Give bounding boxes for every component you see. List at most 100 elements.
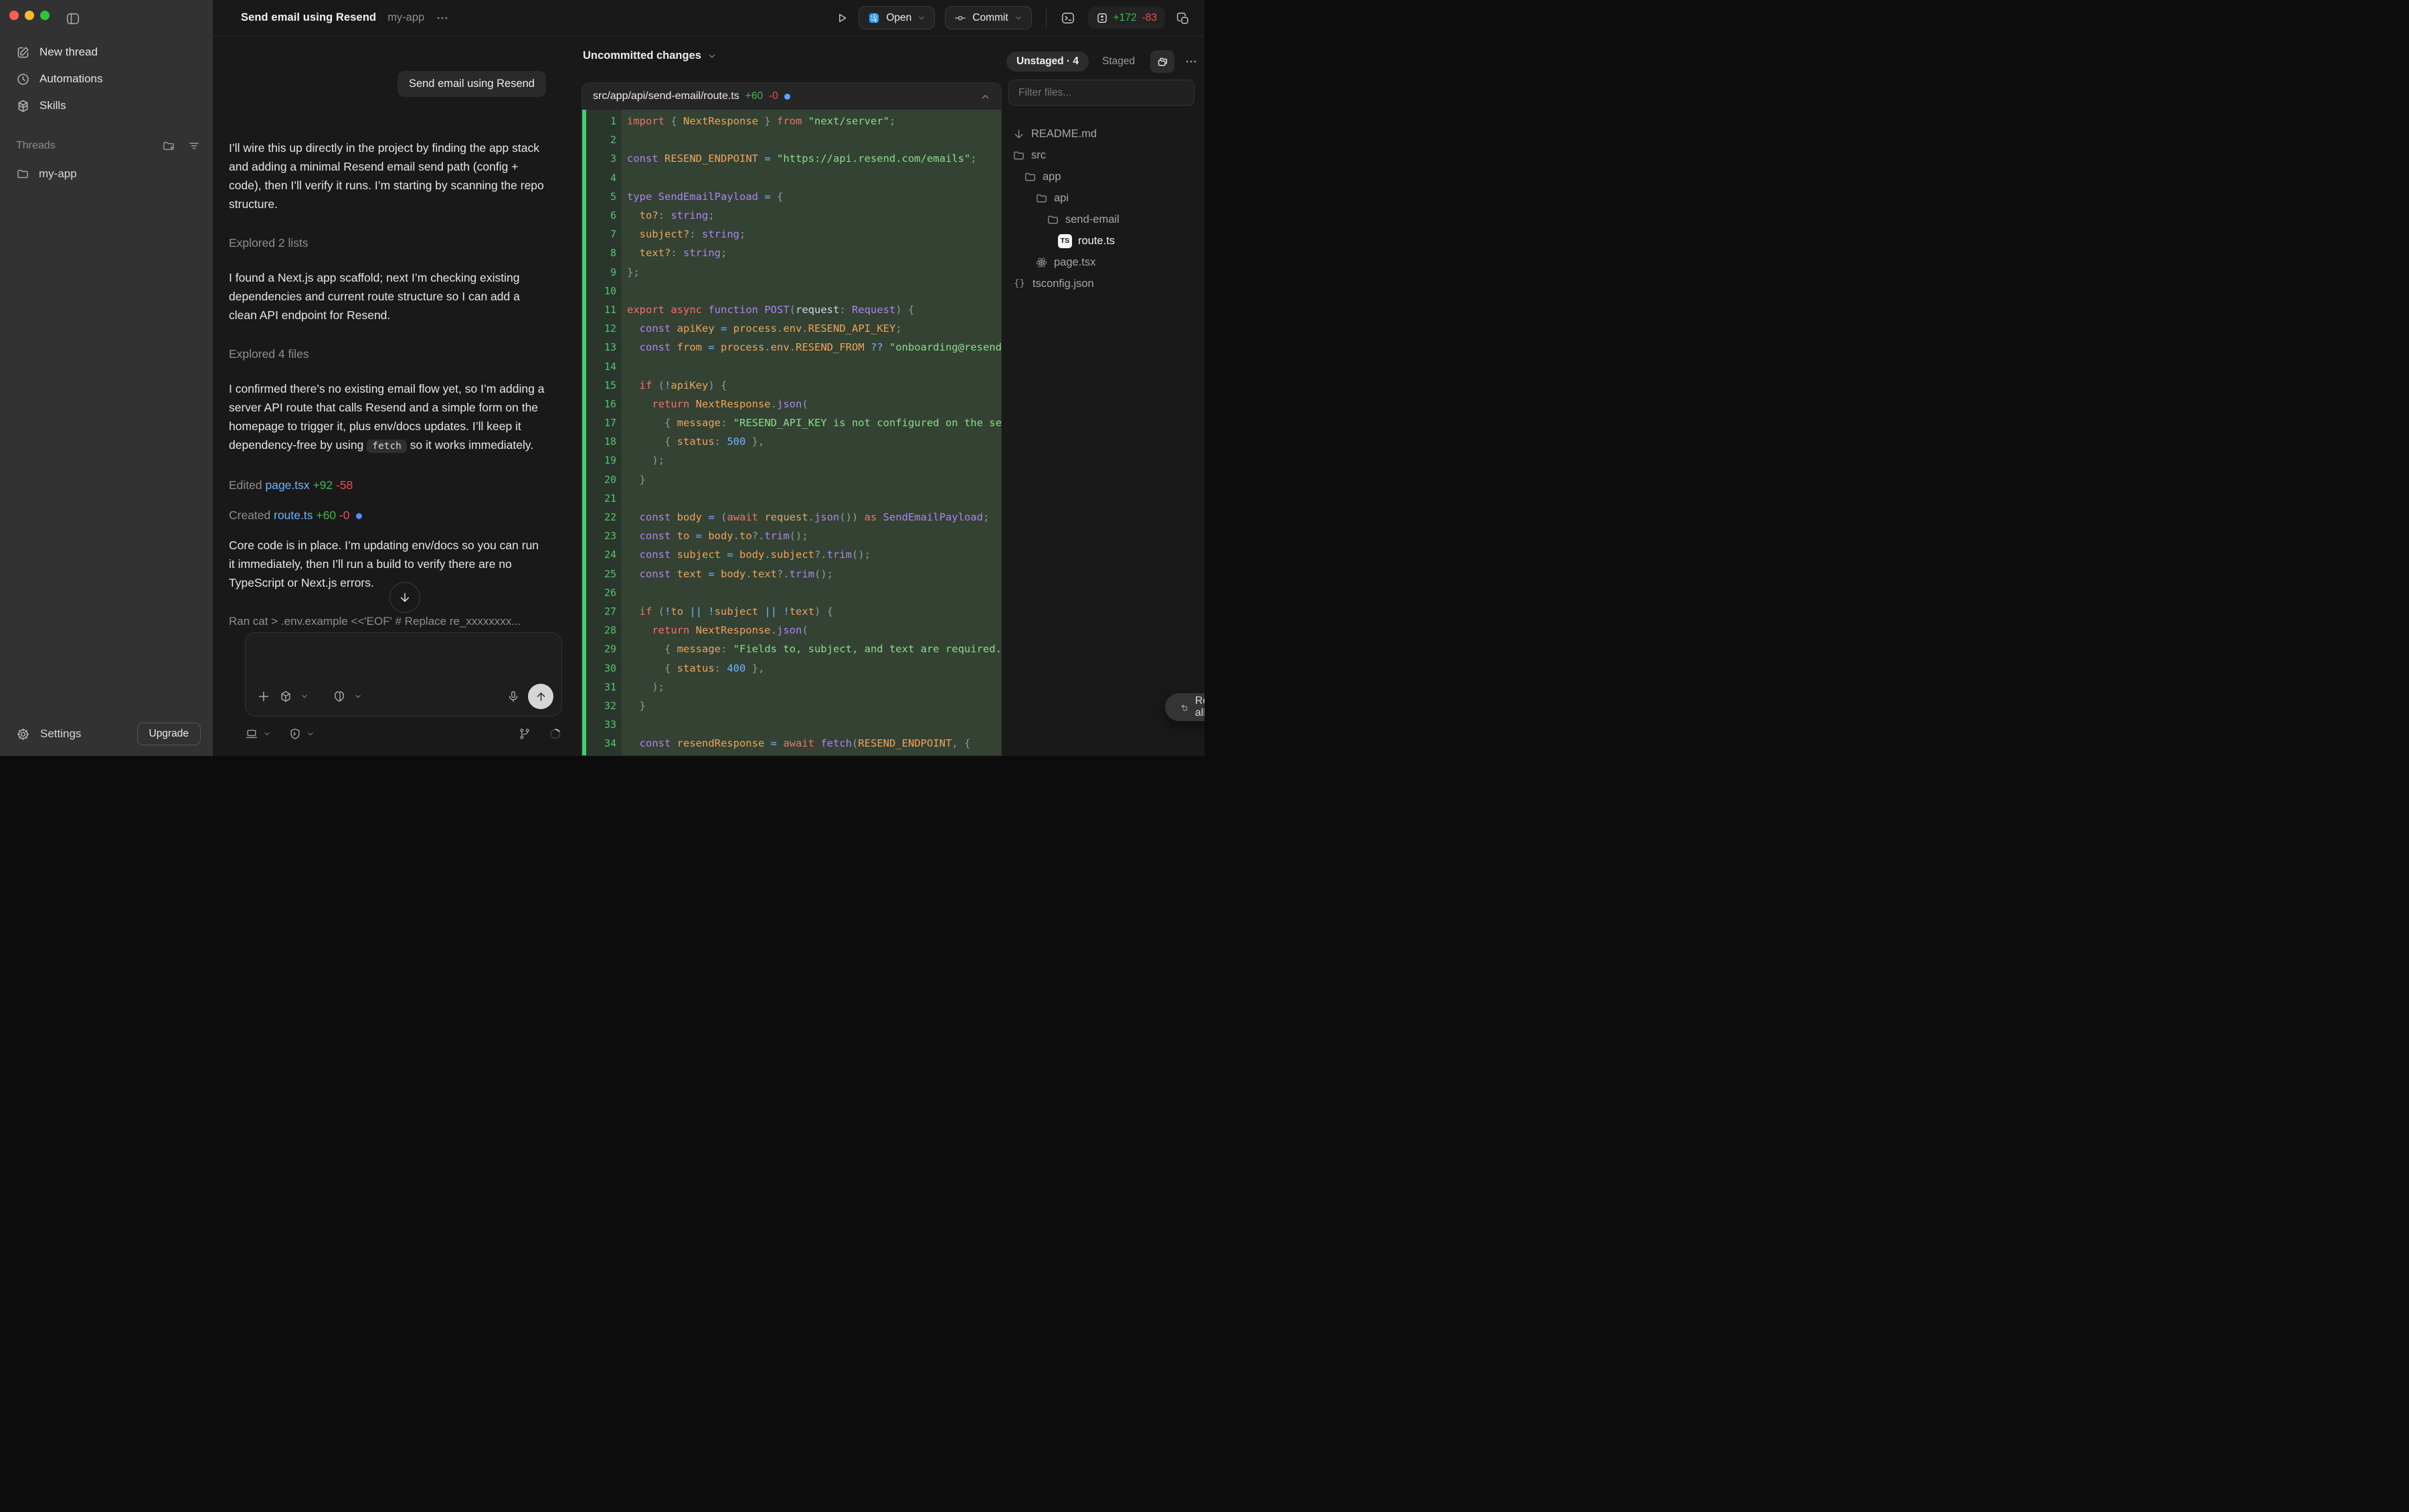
tab-staged[interactable]: Staged xyxy=(1102,56,1135,68)
tree-menu-icon[interactable] xyxy=(1184,55,1198,68)
tree-item-readme.md[interactable]: README.md xyxy=(1001,123,1204,145)
open-label: Open xyxy=(886,12,911,24)
tree-item-app[interactable]: app xyxy=(1001,166,1204,187)
code-line: 12 const apiKey = process.env.RESEND_API… xyxy=(582,319,1001,338)
code-line: 24 const subject = body.subject?.trim(); xyxy=(582,545,1001,564)
react-icon xyxy=(1035,256,1048,269)
close-window-button[interactable] xyxy=(9,11,19,20)
picture-in-picture-icon[interactable] xyxy=(1175,11,1190,25)
code-text: const subject = body.subject?.trim(); xyxy=(622,549,1001,561)
code-line: 33 xyxy=(582,715,1001,734)
file-link[interactable]: page.tsx xyxy=(265,478,309,492)
code-text: const apiKey = process.env.RESEND_API_KE… xyxy=(622,322,1001,335)
filter-files-input[interactable] xyxy=(1008,80,1194,106)
line-number: 32 xyxy=(586,700,622,712)
code-text: return NextResponse.json( xyxy=(622,624,1001,636)
file-lines-removed: -0 xyxy=(769,90,778,102)
composer-settings-row xyxy=(245,727,562,741)
code-line: 6 to?: string; xyxy=(582,206,1001,225)
unsaved-dot xyxy=(356,513,362,519)
code-text: const to = body.to?.trim(); xyxy=(622,530,1001,542)
chevron-down-icon[interactable] xyxy=(306,730,315,738)
scroll-to-bottom-button[interactable] xyxy=(389,582,420,613)
line-number: 30 xyxy=(586,662,622,674)
folders-icon xyxy=(1156,56,1169,68)
sidebar-item-automations[interactable]: Automations xyxy=(8,66,205,92)
upgrade-button[interactable]: Upgrade xyxy=(137,723,201,745)
tree-item-page.tsx[interactable]: page.tsx xyxy=(1001,252,1204,273)
sidebar-toggle-icon[interactable] xyxy=(66,11,80,26)
attach-plus-icon[interactable] xyxy=(256,689,271,704)
diff-file-card: src/app/api/send-email/route.ts +60 -0 1… xyxy=(582,82,1002,756)
thread-menu-icon[interactable] xyxy=(436,11,449,25)
line-number: 2 xyxy=(586,134,622,146)
uncommitted-changes-dropdown[interactable]: Uncommitted changes xyxy=(583,50,717,62)
code-line: 1import { NextResponse } from "next/serv… xyxy=(582,112,1001,130)
diff-stats-badge[interactable]: +172 -83 xyxy=(1088,7,1165,29)
code-line: 15 if (!apiKey) { xyxy=(582,376,1001,395)
code-text: to?: string; xyxy=(622,209,1001,221)
settings-button[interactable]: Settings xyxy=(40,727,137,741)
file-edit-summary: Created route.ts +60 -0 xyxy=(229,506,546,525)
line-number: 21 xyxy=(586,492,622,504)
code-text: ); xyxy=(622,681,1001,693)
group-by-folder-button[interactable] xyxy=(1150,50,1174,73)
line-number: 15 xyxy=(586,379,622,391)
revert-all-label: Revert all xyxy=(1195,695,1204,719)
open-button[interactable]: Open xyxy=(859,6,935,29)
command-summary: Ran cat > .env.example <<'EOF' # Replace… xyxy=(229,612,546,631)
thread-title: Send email using Resend xyxy=(241,11,376,24)
code-text: }; xyxy=(622,266,1001,278)
chevron-down-icon[interactable] xyxy=(300,692,308,700)
chevron-down-icon[interactable] xyxy=(263,730,271,738)
diff-file-header[interactable]: src/app/api/send-email/route.ts +60 -0 xyxy=(582,83,1001,110)
sidebar-item-skills[interactable]: Skills xyxy=(8,92,205,119)
filter-threads-icon[interactable] xyxy=(187,139,201,153)
code-line: 30 { status: 400 }, xyxy=(582,658,1001,677)
file-link[interactable]: route.ts xyxy=(274,508,313,522)
window-controls xyxy=(9,11,50,20)
sidebar-item-new-thread[interactable]: New thread xyxy=(8,39,205,66)
microphone-icon[interactable] xyxy=(507,690,520,703)
machine-icon[interactable] xyxy=(245,727,258,741)
tree-item-api[interactable]: api xyxy=(1001,187,1204,209)
tab-unstaged[interactable]: Unstaged · 4 xyxy=(1006,52,1089,72)
run-button[interactable] xyxy=(835,11,849,25)
code-line: 17 { message: "RESEND_API_KEY is not con… xyxy=(582,413,1001,432)
line-number: 1 xyxy=(586,115,622,127)
tree-item-tsconfig.json[interactable]: {}tsconfig.json xyxy=(1001,273,1204,294)
gear-icon[interactable] xyxy=(16,727,30,741)
tree-item-send-email[interactable]: send-email xyxy=(1001,209,1204,230)
line-number: 25 xyxy=(586,568,622,580)
sidebar-item-thread-my-app[interactable]: my-app xyxy=(8,162,205,186)
tree-item-route.ts[interactable]: TSroute.ts xyxy=(1001,230,1204,252)
chevron-down-icon[interactable] xyxy=(354,692,362,700)
message-input[interactable] xyxy=(255,640,552,682)
model-brain-icon[interactable] xyxy=(333,690,346,703)
chevron-down-icon xyxy=(917,14,925,22)
folder-icon xyxy=(16,167,29,181)
revert-all-button[interactable]: Revert all xyxy=(1172,693,1204,721)
new-folder-icon[interactable] xyxy=(162,139,175,153)
git-branch-icon[interactable] xyxy=(518,727,531,741)
line-number: 20 xyxy=(586,474,622,486)
tree-item-label: README.md xyxy=(1031,128,1097,140)
code-line: 20 } xyxy=(582,470,1001,489)
tree-item-src[interactable]: src xyxy=(1001,145,1204,166)
zoom-window-button[interactable] xyxy=(40,11,50,20)
context-cube-icon[interactable] xyxy=(279,690,292,703)
line-number: 6 xyxy=(586,209,622,221)
terminal-icon[interactable] xyxy=(1061,11,1075,25)
minimize-window-button[interactable] xyxy=(25,11,34,20)
lines-removed: -83 xyxy=(1142,12,1157,24)
code-line: 10 xyxy=(582,282,1001,300)
send-button[interactable] xyxy=(528,684,553,709)
commit-button[interactable]: Commit xyxy=(945,6,1031,29)
code-text: { status: 500 }, xyxy=(622,436,1001,448)
collapse-icon[interactable] xyxy=(980,92,990,102)
permissions-shield-icon[interactable] xyxy=(288,727,302,741)
code-text: text?: string; xyxy=(622,247,1001,259)
diff-column: Uncommitted changes src/app/api/send-ema… xyxy=(582,36,1002,756)
usage-spinner-icon[interactable] xyxy=(549,727,562,741)
code-text: const RESEND_ENDPOINT = "https://api.res… xyxy=(622,153,1001,165)
